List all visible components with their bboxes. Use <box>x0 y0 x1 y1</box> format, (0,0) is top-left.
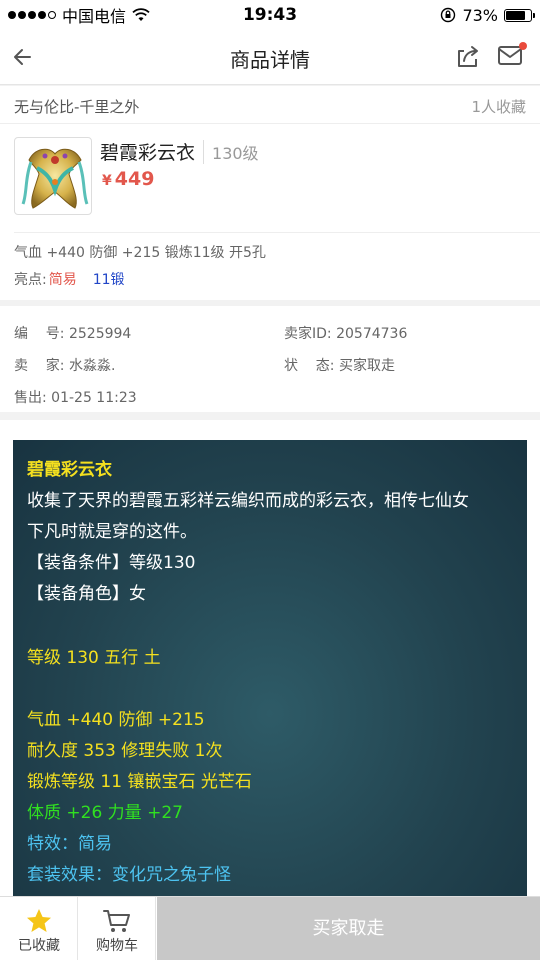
battery-percent: 73% <box>462 5 498 25</box>
desc-req-level: 【装备条件】等级130 <box>27 553 196 573</box>
cart-button[interactable]: 购物车 <box>78 897 156 960</box>
seller-id-value: 20574736 <box>336 326 408 342</box>
page: 中国电信 19:43 73% 商品详情 无与伦比-千里之外 1人收藏 碧霞彩云衣… <box>0 0 540 960</box>
currency-symbol: ¥ <box>102 173 112 189</box>
desc-level-element: 等级 130 五行 土 <box>27 648 161 668</box>
price-value: 449 <box>114 168 155 190</box>
notification-dot <box>519 42 527 50</box>
serial-row: 编 号: 2525994 <box>14 323 131 343</box>
item-name: 碧霞彩云衣 <box>100 142 196 164</box>
item-price: ¥449 <box>102 168 154 190</box>
seller-label: 卖 家: <box>14 358 65 374</box>
favorite-label: 已收藏 <box>18 938 60 954</box>
seller-id-row: 卖家ID: 20574736 <box>284 323 407 343</box>
cart-icon <box>103 910 130 932</box>
item-stats: 气血 +440 防御 +215 锻炼11级 开5孔 <box>14 245 266 261</box>
star-icon <box>27 909 51 932</box>
rotation-lock-icon <box>441 7 456 23</box>
highlight-tag: 简易 <box>48 272 77 288</box>
desc-forge: 锻炼等级 11 镶嵌宝石 光芒石 <box>27 772 252 792</box>
status-right: 73% <box>440 0 535 30</box>
favorite-button[interactable]: 已收藏 <box>0 897 78 960</box>
cart-label: 购物车 <box>96 938 138 954</box>
highlight-tag: 11锻 <box>92 272 125 288</box>
robe-image <box>21 148 89 209</box>
trade-info: 编 号: 2525994 卖家ID: 20574736 卖 家: 水淼淼. 状 … <box>0 306 540 412</box>
server-row: 无与伦比-千里之外 1人收藏 <box>0 86 540 124</box>
item-image[interactable] <box>14 137 92 215</box>
serial-label: 编 号: <box>14 326 65 342</box>
battery-icon <box>504 8 535 22</box>
item-card: 碧霞彩云衣 130级 ¥449 气血 +440 防御 +215 锻炼11级 开5… <box>0 124 540 300</box>
desc-set-effect: 套装效果：变化咒之兔子怪 <box>27 865 231 885</box>
highlights-label: 亮点: <box>14 272 47 288</box>
desc-attrs: 体质 +26 力量 +27 <box>27 803 183 823</box>
status-row: 状 态: 买家取走 <box>284 355 395 375</box>
description-section: 碧霞彩云衣 收集了天界的碧霞五彩祥云编织而成的彩云衣，相传七仙女 下凡时就是穿的… <box>0 420 540 896</box>
status-value: 买家取走 <box>338 358 395 374</box>
sold-row: 售出: 01-25 11:23 <box>14 387 137 407</box>
share-icon[interactable] <box>454 42 482 70</box>
server-name: 无与伦比-千里之外 <box>14 98 140 116</box>
buy-button[interactable]: 买家取走 <box>157 897 540 960</box>
desc-durability: 耐久度 353 修理失败 1次 <box>27 741 223 761</box>
divider <box>14 232 540 233</box>
desc-special: 特效：简易 <box>27 834 112 854</box>
description-box: 碧霞彩云衣 收集了天界的碧霞五彩祥云编织而成的彩云衣，相传七仙女 下凡时就是穿的… <box>13 440 527 896</box>
desc-hp-def: 气血 +440 防御 +215 <box>27 710 205 730</box>
favorite-count: 1人收藏 <box>471 98 526 116</box>
item-level: 130级 <box>203 140 259 164</box>
sold-time: 01-25 11:23 <box>51 390 137 406</box>
nav-bar: 商品详情 <box>0 30 540 85</box>
seller-id-label: 卖家ID: <box>284 326 332 342</box>
status-bar: 中国电信 19:43 73% <box>0 0 540 30</box>
item-title-row: 碧霞彩云衣 130级 <box>100 138 259 165</box>
bottom-bar: 已收藏 购物车 买家取走 <box>0 896 540 960</box>
seller-row: 卖 家: 水淼淼. <box>14 355 115 375</box>
sold-label: 售出: <box>14 390 47 406</box>
item-highlights: 亮点: 简易 11锻 <box>14 269 125 289</box>
mail-button[interactable] <box>496 42 527 70</box>
status-label: 状 态: <box>284 358 335 374</box>
serial-value: 2525994 <box>68 326 132 342</box>
desc-intro: 下凡时就是穿的这件。 <box>27 522 197 542</box>
desc-req-role: 【装备角色】女 <box>27 584 146 604</box>
desc-intro: 收集了天界的碧霞五彩祥云编织而成的彩云衣，相传七仙女 <box>27 491 469 511</box>
seller-value: 水淼淼. <box>68 358 116 374</box>
desc-title: 碧霞彩云衣 <box>27 460 112 480</box>
